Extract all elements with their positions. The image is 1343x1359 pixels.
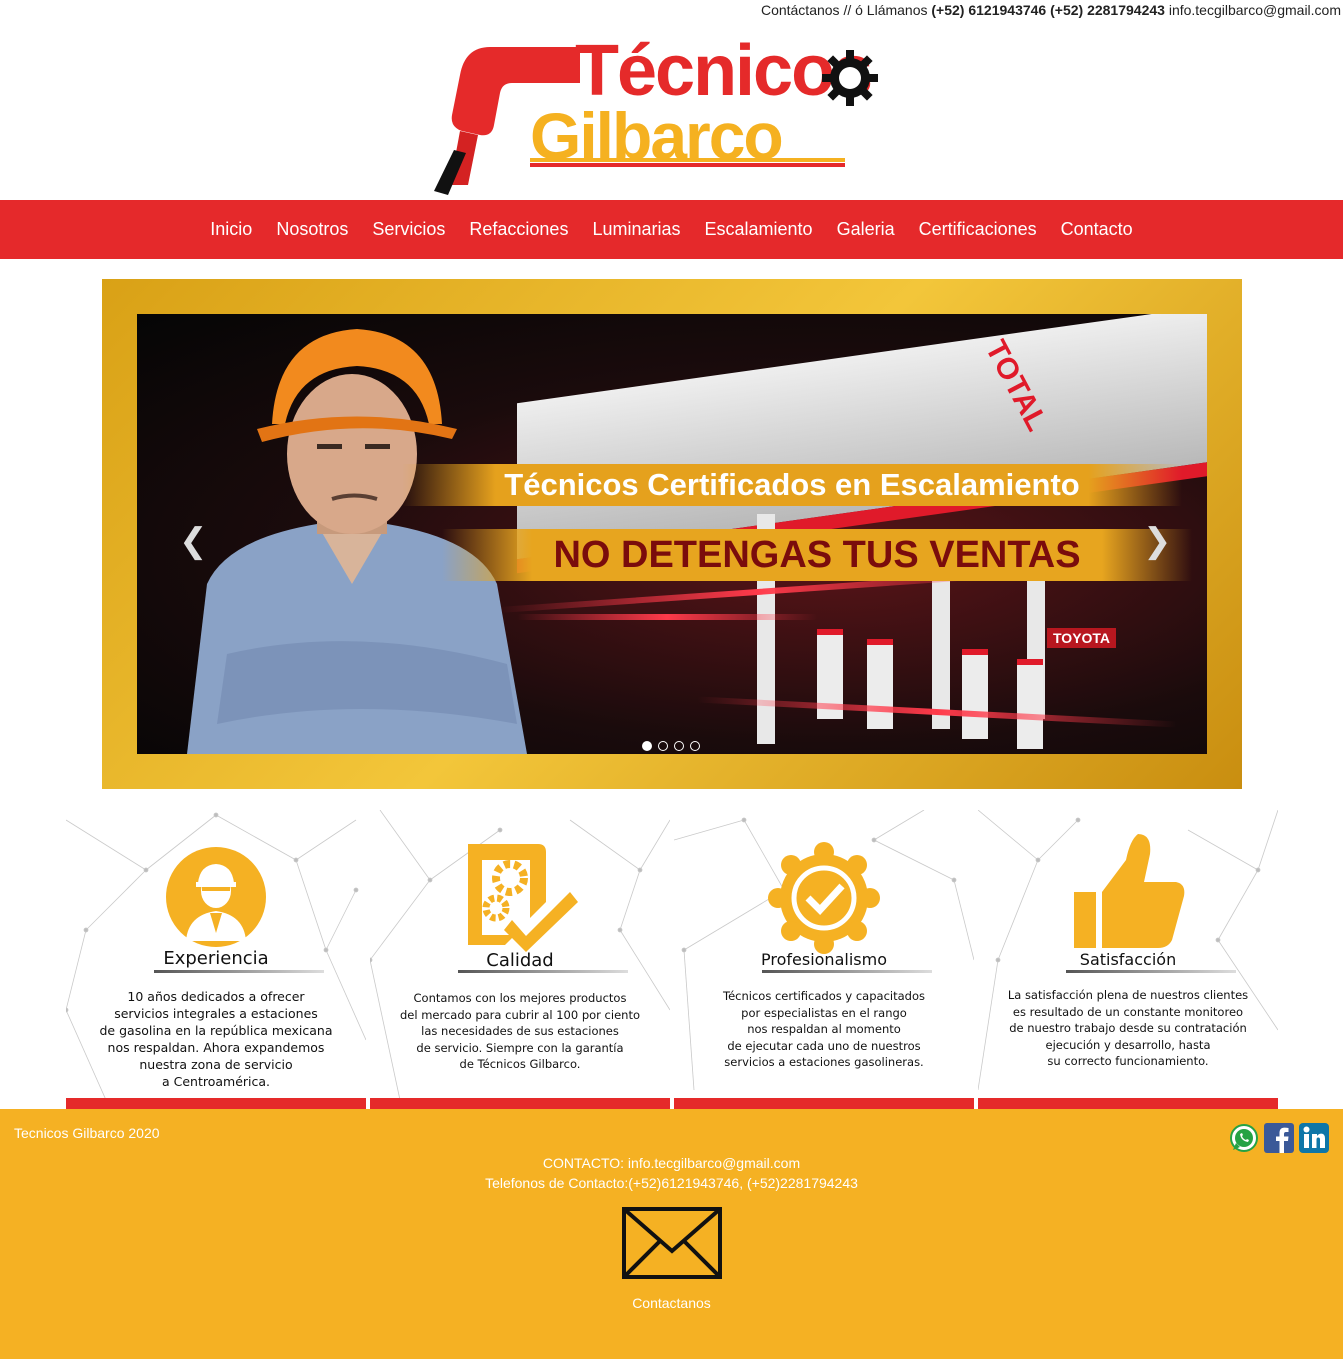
features-row: Experiencia 10 años dedicados a ofrecer … bbox=[66, 810, 1278, 1109]
feature-title: Profesionalismo bbox=[761, 950, 887, 969]
whatsapp-icon[interactable] bbox=[1229, 1123, 1259, 1153]
linkedin-icon[interactable] bbox=[1299, 1123, 1329, 1153]
contact-email[interactable]: info.tecgilbarco@gmail.com bbox=[1169, 2, 1341, 18]
footer-contact-email[interactable]: CONTACTO: info.tecgilbarco@gmail.com bbox=[0, 1155, 1343, 1171]
tagline-text: NO DETENGAS TUS VENTAS bbox=[553, 533, 1081, 576]
contact-us-link[interactable]: Contactanos bbox=[0, 1295, 1343, 1311]
logo-underline-gold bbox=[530, 158, 845, 162]
main-nav: Inicio Nosotros Servicios Refacciones Lu… bbox=[0, 200, 1343, 259]
hero-slider-frame: TOTAL TOYOTA Técnicos Certificados en Es… bbox=[102, 279, 1242, 789]
hero-slide: TOTAL TOYOTA Técnicos Certificados en Es… bbox=[137, 314, 1207, 754]
tagline-banner: NO DETENGAS TUS VENTAS bbox=[442, 529, 1192, 581]
copyright: Tecnicos Gilbarco 2020 bbox=[14, 1125, 160, 1141]
slide-indicators bbox=[642, 741, 700, 751]
slide-dot-1[interactable] bbox=[642, 741, 652, 751]
chevron-right-icon[interactable]: ❯ bbox=[1143, 524, 1172, 558]
nav-refacciones[interactable]: Refacciones bbox=[457, 219, 580, 240]
nav-galeria[interactable]: Galeria bbox=[825, 219, 907, 240]
feature-text: 10 años dedicados a ofrecer servicios in… bbox=[99, 989, 333, 1089]
feature-card-experiencia: Experiencia 10 años dedicados a ofrecer … bbox=[66, 810, 366, 1109]
slide-dot-4[interactable] bbox=[690, 741, 700, 751]
headline-text: Técnicos Certificados en Escalamiento bbox=[504, 467, 1080, 502]
headline-banner: Técnicos Certificados en Escalamiento bbox=[402, 464, 1182, 506]
feature-card-profesionalismo: Profesionalismo Técnicos certificados y … bbox=[674, 810, 974, 1109]
feature-text: Técnicos certificados y capacitados por … bbox=[723, 989, 925, 1069]
slide-dot-3[interactable] bbox=[674, 741, 684, 751]
facebook-icon[interactable] bbox=[1264, 1123, 1294, 1153]
feature-text: Contamos con los mejores productos del m… bbox=[400, 991, 640, 1071]
nav-escalamiento[interactable]: Escalamiento bbox=[693, 219, 825, 240]
slide-dot-2[interactable] bbox=[658, 741, 668, 751]
contact-phones[interactable]: (+52) 6121943746 (+52) 2281794243 bbox=[931, 2, 1165, 18]
thumbs-up-icon bbox=[978, 832, 1278, 952]
gear-check-icon bbox=[370, 840, 670, 955]
nav-nosotros[interactable]: Nosotros bbox=[264, 219, 360, 240]
feature-title: Satisfacción bbox=[1079, 950, 1177, 969]
top-contact-bar: Contáctanos // ó Llámanos (+52) 61219437… bbox=[761, 2, 1341, 18]
nav-contacto[interactable]: Contacto bbox=[1049, 219, 1145, 240]
feature-card-satisfaccion: Satisfacción La satisfacción plena de nu… bbox=[978, 810, 1278, 1109]
logo-underline-red bbox=[530, 163, 845, 167]
worker-icon bbox=[66, 845, 366, 949]
site-footer: Tecnicos Gilbarco 2020 CONTACTO: info.te… bbox=[0, 1109, 1343, 1359]
badge-check-icon bbox=[674, 842, 974, 954]
site-logo[interactable]: Técnicos Gilbarco bbox=[430, 30, 920, 195]
toyota-sign: TOYOTA bbox=[1047, 628, 1117, 648]
feature-title: Calidad bbox=[486, 950, 554, 971]
social-links bbox=[1229, 1123, 1329, 1153]
feature-text: La satisfacción plena de nuestros client… bbox=[1007, 988, 1249, 1068]
chevron-left-icon[interactable]: ❮ bbox=[179, 524, 208, 558]
nav-servicios[interactable]: Servicios bbox=[360, 219, 457, 240]
nav-luminarias[interactable]: Luminarias bbox=[580, 219, 692, 240]
nav-certificaciones[interactable]: Certificaciones bbox=[907, 219, 1049, 240]
footer-contact-phones: Telefonos de Contacto:(+52)6121943746, (… bbox=[485, 1175, 858, 1191]
gear-icon bbox=[822, 50, 878, 106]
feature-card-calidad: Calidad Contamos con los mejores product… bbox=[370, 810, 670, 1109]
contact-prefix: Contáctanos // ó Llámanos bbox=[760, 2, 928, 18]
feature-title: Experiencia bbox=[163, 948, 269, 969]
envelope-icon[interactable] bbox=[622, 1207, 722, 1279]
nav-inicio[interactable]: Inicio bbox=[198, 219, 264, 240]
